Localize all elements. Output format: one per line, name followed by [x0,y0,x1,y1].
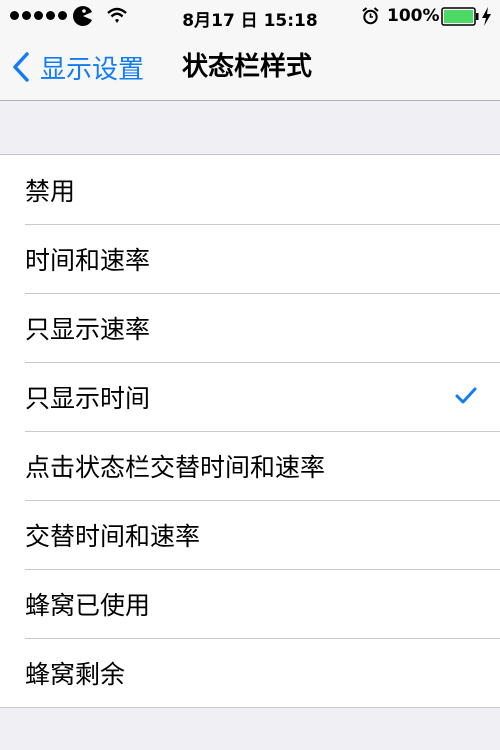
list-item[interactable]: 禁用 [0,155,500,224]
list-item[interactable]: 只显示时间 [0,362,500,431]
navigation-bar: 显示设置 状态栏样式 [0,34,500,101]
page-title: 状态栏样式 [182,52,313,82]
option-label: 时间和速率 [25,245,151,275]
list-item[interactable]: 只显示速率 [0,293,500,362]
back-button-label: 显示设置 [40,54,145,85]
chevron-left-icon [13,52,29,82]
charging-bolt-icon [482,7,491,26]
list-item[interactable]: 蜂窝剩余 [0,638,500,707]
list-item[interactable]: 时间和速率 [0,224,500,293]
checkmark-icon [455,387,477,404]
options-list: 禁用 时间和速率 只显示速率 只显示时间 点击状态栏交替时间和速率 交替时间和速… [0,154,500,708]
back-button[interactable]: 显示设置 [12,34,144,100]
option-label: 蜂窝剩余 [25,659,126,689]
option-label: 只显示速率 [25,314,151,344]
option-label: 禁用 [25,176,76,206]
battery-percent: 100% [387,6,440,26]
option-label: 点击状态栏交替时间和速率 [25,452,326,482]
list-item[interactable]: 点击状态栏交替时间和速率 [0,431,500,500]
list-item[interactable]: 交替时间和速率 [0,500,500,569]
option-label: 只显示时间 [25,383,151,413]
option-label: 蜂窝已使用 [25,590,151,620]
battery-icon [441,7,479,26]
option-label: 交替时间和速率 [25,521,201,551]
alarm-icon [362,7,379,25]
list-item[interactable]: 蜂窝已使用 [0,569,500,638]
status-bar: 8月17 日 15:18 100% [0,0,500,34]
